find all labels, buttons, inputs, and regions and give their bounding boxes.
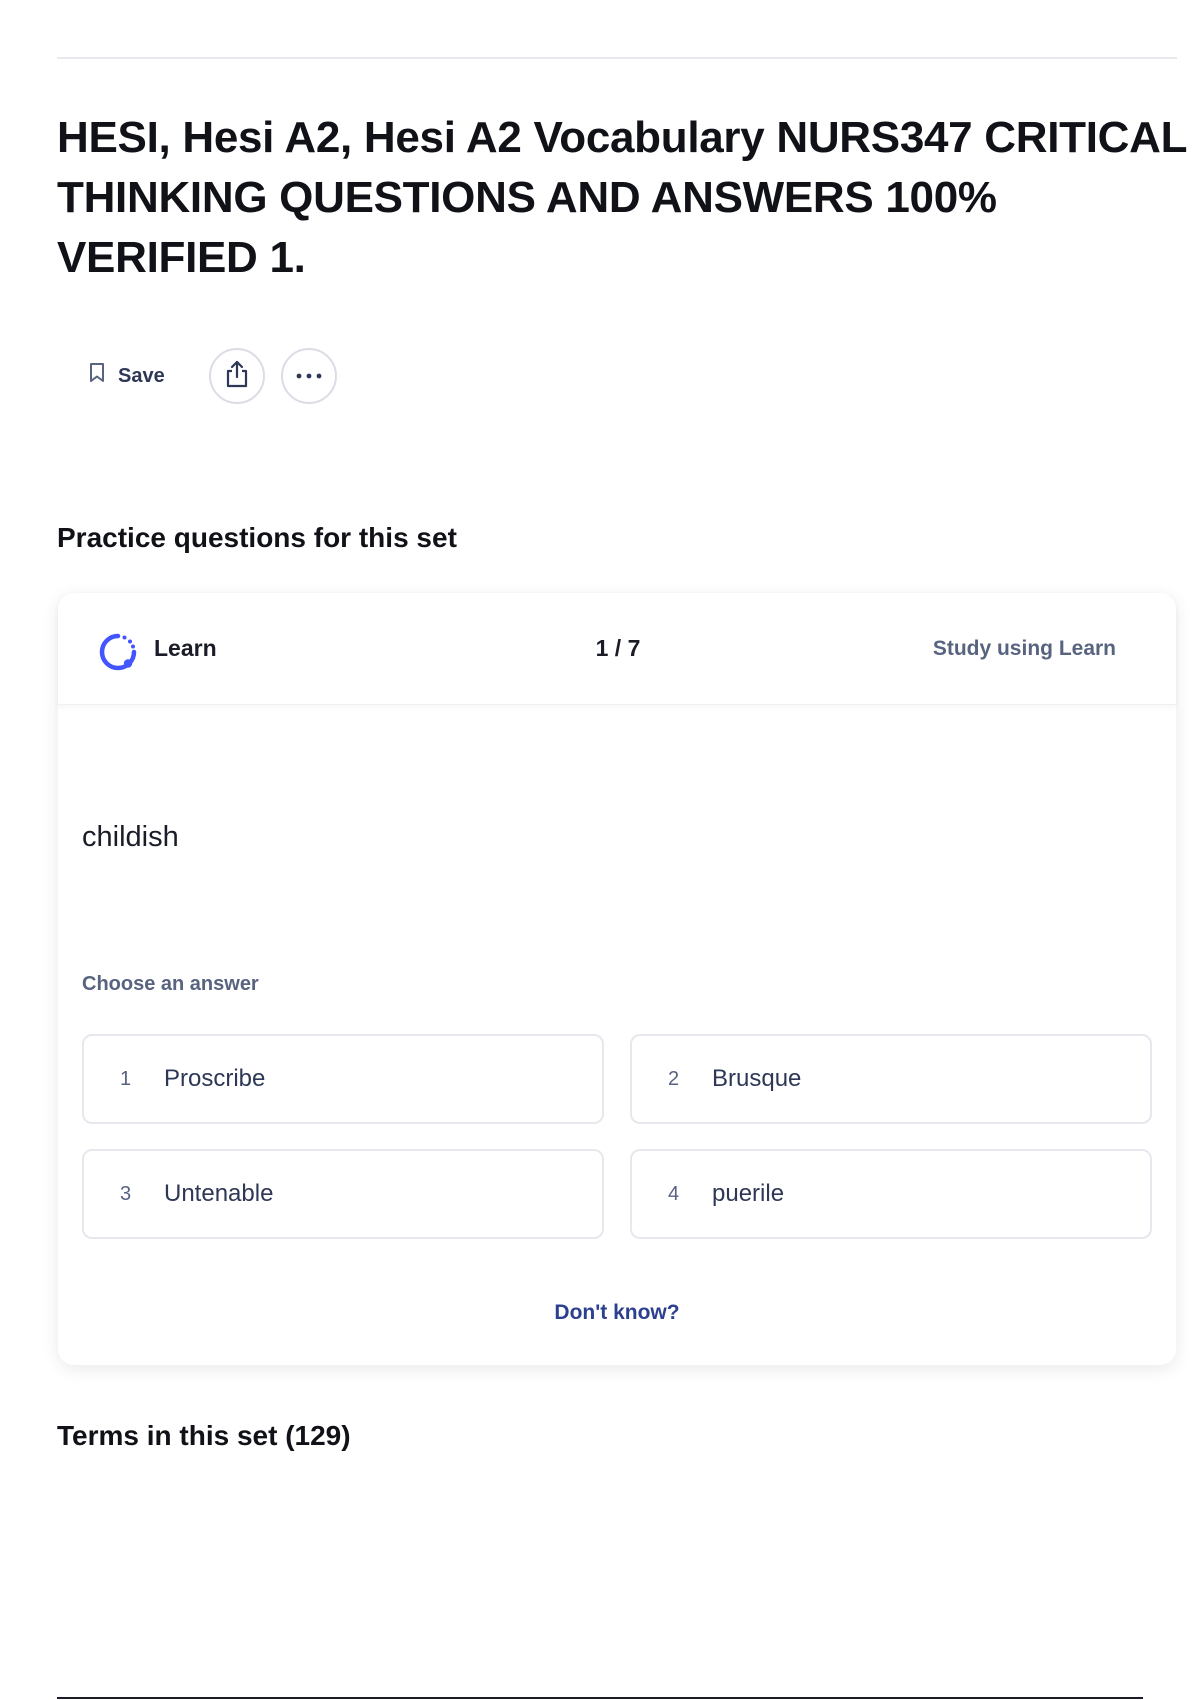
answer-option-1[interactable]: 1 Proscribe bbox=[82, 1034, 604, 1124]
terms-heading: Terms in this set (129) bbox=[57, 1420, 351, 1451]
answer-option-3[interactable]: 3 Untenable bbox=[82, 1149, 604, 1239]
question-term: childish bbox=[82, 821, 179, 853]
top-divider bbox=[57, 57, 1177, 59]
question-progress: 1 / 7 bbox=[595, 635, 641, 661]
study-using-learn-link[interactable]: Study using Learn bbox=[933, 637, 1116, 661]
practice-heading: Practice questions for this set bbox=[57, 522, 457, 553]
option-number: 3 bbox=[120, 1182, 132, 1205]
bookmark-icon bbox=[88, 362, 106, 390]
option-label: puerile bbox=[712, 1180, 785, 1207]
choose-answer-label: Choose an answer bbox=[82, 973, 259, 995]
answer-option-2[interactable]: 2 Brusque bbox=[630, 1034, 1152, 1124]
card-header: Learn 1 / 7 Study using Learn bbox=[58, 593, 1176, 705]
share-icon bbox=[224, 360, 250, 393]
option-label: Proscribe bbox=[164, 1065, 266, 1092]
dont-know-button[interactable]: Don't know? bbox=[58, 1301, 1176, 1325]
save-label: Save bbox=[118, 364, 165, 387]
save-button[interactable]: Save bbox=[80, 356, 173, 396]
set-actions: Save bbox=[80, 346, 337, 406]
more-options-button[interactable] bbox=[280, 348, 337, 404]
option-number: 2 bbox=[668, 1067, 680, 1090]
learn-mode-icon bbox=[96, 630, 140, 674]
set-title: HESI, Hesi A2, Hesi A2 Vocabulary NURS34… bbox=[57, 113, 1187, 282]
answer-option-4[interactable]: 4 puerile bbox=[630, 1149, 1152, 1239]
option-label: Brusque bbox=[712, 1065, 802, 1092]
share-button[interactable] bbox=[208, 348, 265, 404]
option-label: Untenable bbox=[164, 1180, 274, 1207]
option-number: 1 bbox=[120, 1067, 132, 1090]
option-number: 4 bbox=[668, 1182, 680, 1205]
bottom-divider bbox=[57, 1697, 1143, 1699]
learn-mode-label: Learn bbox=[154, 635, 217, 661]
more-icon bbox=[295, 367, 323, 385]
learn-practice-card: Learn 1 / 7 Study using Learn childish C… bbox=[58, 593, 1176, 1365]
